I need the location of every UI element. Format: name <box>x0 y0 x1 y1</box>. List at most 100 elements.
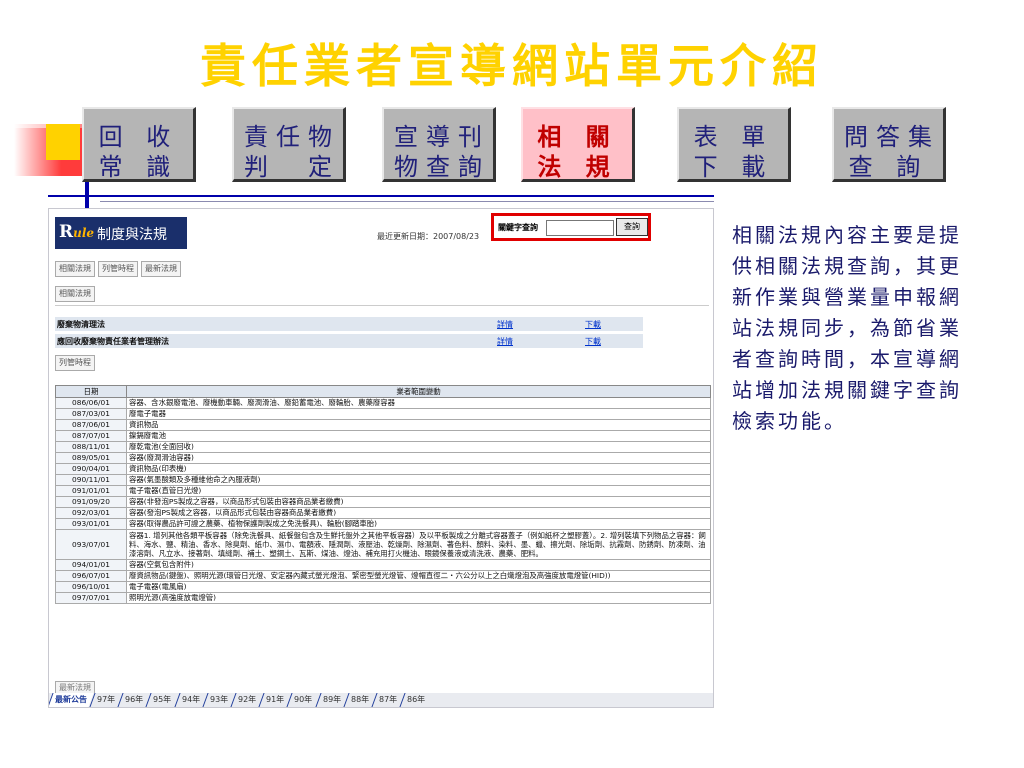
row-scope-change: 廢資訊物品(鍵盤)、照明光源(環管日光燈、安定器內藏式螢光燈泡、緊密型螢光燈管、… <box>126 570 711 582</box>
table-row: 090/04/01 資訊物品(印表機) <box>55 463 711 475</box>
tab-year[interactable]: 92年 <box>230 693 263 707</box>
tab-related-regulations[interactable]: 相關法規 <box>55 261 95 277</box>
tab-year[interactable]: 95年 <box>145 693 179 707</box>
decorative-yellow-block <box>46 124 80 160</box>
nav-responsible-goods-button[interactable]: 責任物 判 定 <box>232 107 346 182</box>
row-date: 096/07/01 <box>55 570 127 582</box>
year-tab-label: 91年 <box>266 695 285 704</box>
year-tab-label: 93年 <box>209 695 228 704</box>
schedule-section-tab[interactable]: 列管時程 <box>55 355 95 371</box>
year-tab-label: 95年 <box>153 695 172 704</box>
nav-faq-search-button[interactable]: 問答集 查 詢 <box>832 107 946 182</box>
row-scope-change: 資訊物品 <box>126 419 711 431</box>
laws-section-tab[interactable]: 相關法規 <box>55 286 95 302</box>
year-tab-bar: 最新公告 97年 96年 95年 94年 93年 92年 91年 90年 89年 88年 87年 86年 <box>49 693 713 707</box>
nav-button-line2: 下 載 <box>693 153 774 181</box>
table-row: 094/01/01 容器(空氣包含附件) <box>55 559 711 571</box>
decorative-horizontal-line <box>48 195 714 197</box>
tab-year[interactable]: 90年 <box>286 693 320 707</box>
row-scope-change: 容器(氣墨酸類及多種維他命之內服液劑) <box>126 474 711 486</box>
row-scope-change: 容器、含水銀廢電池、廢機動車輛、廢潤滑油、廢鉛蓄電池、廢輪胎、農藥廢容器 <box>126 397 711 409</box>
search-button[interactable]: 查詢 <box>616 218 648 236</box>
year-tab-label: 92年 <box>237 695 257 704</box>
law-detail-link[interactable]: 詳情 <box>497 319 513 330</box>
table-row: 087/06/01 資訊物品 <box>55 419 711 431</box>
year-tab-label: 88年 <box>350 695 369 704</box>
row-date: 089/05/01 <box>55 452 127 464</box>
row-scope-change: 電子電器(電風扇) <box>126 581 711 593</box>
row-date: 094/01/01 <box>55 559 127 571</box>
schedule-section-header: 列管時程 <box>55 355 95 371</box>
slide-title: 責任業者宣導網站單元介紹 <box>200 39 824 93</box>
row-date: 093/01/01 <box>55 518 127 530</box>
row-date: 087/07/01 <box>55 430 127 442</box>
row-scope-change: 廢乾電池(全面回收) <box>126 441 711 453</box>
law-name: 應回收廢棄物責任業者管理辦法 <box>57 337 169 346</box>
year-tab-label: 96年 <box>125 695 144 704</box>
nav-button-line2: 常 識 <box>98 153 179 181</box>
row-scope-change: 容器(空氣包含附件) <box>126 559 711 571</box>
law-name: 廢棄物清理法 <box>57 320 105 329</box>
year-tab-label: 94年 <box>181 695 200 704</box>
section-divider <box>55 305 709 306</box>
table-row: 093/01/01 容器(取得農品許可證之農藥、植物保護劑製成之免洗餐具)、輪胎(… <box>55 518 711 530</box>
row-date: 090/11/01 <box>55 474 127 486</box>
row-date: 096/10/01 <box>55 581 127 593</box>
table-row: 093/07/01 容器1. 增列其他各類平板容器（除免洗餐具、紙餐盤包含及生鮮托… <box>55 529 711 560</box>
table-row: 088/11/01 廢乾電池(全面回收) <box>55 441 711 453</box>
row-date: 092/03/01 <box>55 507 127 519</box>
tab-year[interactable]: 88年 <box>343 693 376 707</box>
tab-year[interactable]: 89年 <box>314 693 348 707</box>
row-date: 088/11/01 <box>55 441 127 453</box>
tab-latest-regulations[interactable]: 最新法規 <box>141 261 181 277</box>
table-row: 096/07/01 廢資訊物品(鍵盤)、照明光源(環管日光燈、安定器內藏式螢光燈泡… <box>55 570 711 582</box>
nav-related-regulations-button[interactable]: 相 關 法 規 <box>521 107 635 182</box>
year-tab-label: 87年 <box>378 695 398 704</box>
schedule-history-table: 日期 業者範圍變動 086/06/01 容器、含水銀廢電池、廢機動車輛、廢潤滑油、… <box>55 385 711 604</box>
row-scope-change: 容器(廢潤滑油容器) <box>126 452 711 464</box>
row-date: 091/09/20 <box>55 496 127 508</box>
rule-banner: Rule 制度與法規 <box>55 217 187 249</box>
nav-button-line2: 查 詢 <box>848 153 929 181</box>
nav-publication-search-button[interactable]: 宣導刊 物查詢 <box>382 107 496 182</box>
law-detail-link[interactable]: 詳情 <box>497 336 513 347</box>
tab-year[interactable]: 94年 <box>174 693 207 707</box>
table-row: 089/05/01 容器(廢潤滑油容器) <box>55 452 711 464</box>
table-row: 096/10/01 電子電器(電風扇) <box>55 581 711 593</box>
table-header-scope-change: 業者範圍變動 <box>126 385 711 398</box>
row-scope-change: 廢電子電器 <box>126 408 711 420</box>
table-row: 086/06/01 容器、含水銀廢電池、廢機動車輛、廢潤滑油、廢鉛蓄電池、廢輪胎、… <box>55 397 711 409</box>
row-date: 097/07/01 <box>55 592 127 604</box>
keyword-search-box: 關鍵字查詢 查詢 <box>491 213 651 241</box>
keyword-search-input[interactable] <box>546 220 614 236</box>
law-download-link[interactable]: 下載 <box>585 336 601 347</box>
banner-title: 制度與法規 <box>97 227 167 243</box>
table-header-date: 日期 <box>55 385 127 398</box>
row-date: 091/01/01 <box>55 485 127 497</box>
tab-year[interactable]: 86年 <box>399 693 432 707</box>
decorative-horizontal-line-thin <box>100 201 714 202</box>
tab-year[interactable]: 93年 <box>202 693 235 707</box>
rule-logo: Rule <box>59 222 95 242</box>
nav-recycling-knowledge-button[interactable]: 回 收 常 識 <box>82 107 196 182</box>
row-scope-change: 鎳鎘廢電池 <box>126 430 711 442</box>
row-date: 093/07/01 <box>55 529 127 560</box>
tab-schedule[interactable]: 列管時程 <box>98 261 138 277</box>
law-download-link[interactable]: 下載 <box>585 319 601 330</box>
description-text: 相關法規內容主要是提供相關法規查詢，其更新作業與營業量申報網站法規同步，為節省業… <box>732 223 962 433</box>
row-date: 090/04/01 <box>55 463 127 475</box>
tab-latest-announcement[interactable]: 最新公告 <box>49 693 94 707</box>
table-row: 090/11/01 容器(氣墨酸類及多種維他命之內服液劑) <box>55 474 711 486</box>
row-date: 087/03/01 <box>55 408 127 420</box>
nav-form-download-button[interactable]: 表 單 下 載 <box>677 107 791 182</box>
table-row: 087/07/01 鎳鎘廢電池 <box>55 430 711 442</box>
row-scope-change: 容器(非發泡PS製成之容器，以商品形式包裝由容器商品業者繳費) <box>126 496 711 508</box>
row-date: 087/06/01 <box>55 419 127 431</box>
nav-button-line2: 物查詢 <box>394 153 490 181</box>
nav-button-line2: 判 定 <box>244 153 340 181</box>
website-screenshot-panel: Rule 制度與法規 最近更新日期：2007/08/23 關鍵字查詢 查詢 相關… <box>48 208 714 708</box>
table-row: 087/03/01 廢電子電器 <box>55 408 711 420</box>
year-tab-label: 89年 <box>322 695 341 704</box>
year-tab-label: 90年 <box>294 695 313 704</box>
tab-year[interactable]: 87年 <box>371 693 404 707</box>
